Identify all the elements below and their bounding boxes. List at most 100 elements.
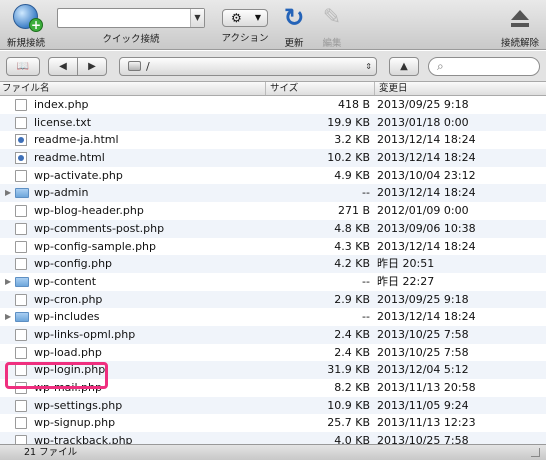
file-row[interactable]: wp-activate.php 4.9 KB 2013/10/04 23:12 <box>0 167 546 185</box>
file-name: wp-mail.php <box>34 381 102 394</box>
file-row[interactable]: wp-comments-post.php 4.8 KB 2013/09/06 10:… <box>0 219 546 238</box>
column-modified[interactable]: 変更日 <box>374 82 408 95</box>
file-size: 4.8 KB <box>334 221 370 235</box>
new-connection-button[interactable]: + 新規接続 <box>4 4 48 49</box>
path-popup[interactable]: / ⇕ <box>119 57 377 76</box>
back-arrow-icon: ◀ <box>59 61 67 72</box>
file-size: 2.9 KB <box>334 292 370 306</box>
updown-chevron-icon: ⇕ <box>365 62 372 71</box>
file-name: index.php <box>34 98 89 111</box>
magnifier-icon: ⌕ <box>437 59 444 73</box>
file-size: 3.2 KB <box>334 133 370 147</box>
disclosure-triangle-icon[interactable]: ▶ <box>5 308 11 326</box>
chevron-down-icon[interactable]: ▼ <box>190 9 204 27</box>
file-name: wp-cron.php <box>34 292 103 306</box>
file-row[interactable]: wp-mail.php 8.2 KB 2013/11/13 20:58 <box>0 379 546 397</box>
file-size: -- <box>362 310 370 324</box>
document-icon <box>15 258 27 271</box>
file-date: 2013/01/18 0:00 <box>377 115 469 129</box>
file-size: -- <box>362 186 370 200</box>
file-name: readme-ja.html <box>34 133 119 147</box>
file-row[interactable]: wp-signup.php 25.7 KB 2013/11/13 12:23 <box>0 414 546 432</box>
action-menu-button[interactable]: ⚙ ▼ アクション <box>221 4 269 44</box>
file-row[interactable]: ▶ wp-includes -- 2013/12/14 18:24 <box>0 308 546 326</box>
file-row[interactable]: wp-blog-header.php 271 B 2012/01/09 0:00 <box>0 202 546 220</box>
file-date: 2013/11/05 9:24 <box>377 398 469 412</box>
file-date: 2013/10/25 7:58 <box>377 434 469 444</box>
file-row[interactable]: wp-cron.php 2.9 KB 2013/09/25 9:18 <box>0 290 546 309</box>
document-icon <box>15 435 27 444</box>
file-size: 418 B <box>337 98 370 111</box>
file-size: 25.7 KB <box>327 416 370 430</box>
file-row[interactable]: wp-settings.php 10.9 KB 2013/11/05 9:24 <box>0 396 546 415</box>
file-row[interactable]: ▶ wp-admin -- 2013/12/14 18:24 <box>0 184 546 203</box>
file-row[interactable]: wp-links-opml.php 2.4 KB 2013/10/25 7:58 <box>0 325 546 344</box>
file-size: 31.9 KB <box>327 363 370 377</box>
parent-folder-button[interactable]: ▲ <box>389 57 419 76</box>
file-date: 2013/09/06 10:38 <box>377 221 476 235</box>
refresh-button[interactable]: ↻ 更新 <box>280 4 308 50</box>
file-size: 10.9 KB <box>327 398 370 412</box>
file-name: wp-settings.php <box>34 398 123 412</box>
column-size[interactable]: サイズ <box>265 82 298 95</box>
search-field[interactable]: ⌕ <box>428 57 540 76</box>
file-row[interactable]: wp-config-sample.php 4.3 KB 2013/12/14 18:… <box>0 238 546 256</box>
edit-label: 編集 <box>322 38 342 49</box>
document-icon <box>15 116 27 129</box>
file-date: 2013/12/14 18:24 <box>377 310 476 324</box>
file-name: wp-links-opml.php <box>34 327 136 341</box>
file-size: 271 B <box>337 204 370 218</box>
file-row[interactable]: wp-trackback.php 4.0 KB 2013/10/25 7:58 <box>0 432 546 444</box>
resize-grip-icon[interactable] <box>531 448 540 457</box>
file-list: index.php 418 B 2013/09/25 9:18 license.txt… <box>0 96 546 444</box>
file-date: 昨日 22:27 <box>377 274 435 288</box>
file-date: 2012/01/09 0:00 <box>377 204 469 218</box>
edit-button[interactable]: ✎ 編集 <box>318 4 346 49</box>
file-name: wp-trackback.php <box>34 434 133 444</box>
file-row[interactable]: license.txt 19.9 KB 2013/01/18 0:00 <box>0 113 546 132</box>
toolbar: + 新規接続 ▼ クイック接続 ⚙ ▼ アクション ↻ 更新 ✎ 編集 接続解除 <box>0 0 546 50</box>
file-row[interactable]: index.php 418 B 2013/09/25 9:18 <box>0 96 546 114</box>
action-popup[interactable]: ⚙ ▼ <box>222 9 268 27</box>
file-name: wp-comments-post.php <box>34 221 165 235</box>
document-icon <box>15 169 27 182</box>
back-button[interactable]: ◀ <box>48 57 78 76</box>
forward-button[interactable]: ▶ <box>77 57 107 76</box>
file-date: 2013/11/13 20:58 <box>377 381 476 394</box>
file-date: 昨日 20:51 <box>377 257 435 271</box>
disconnect-label: 接続解除 <box>500 38 539 49</box>
file-size: 8.2 KB <box>334 381 370 394</box>
disclosure-triangle-icon[interactable]: ▶ <box>5 273 11 291</box>
quick-connect-combobox[interactable]: ▼ <box>57 8 205 28</box>
file-row[interactable]: wp-load.php 2.4 KB 2013/10/25 7:58 <box>0 344 546 362</box>
document-icon <box>15 99 27 111</box>
file-row[interactable]: wp-config.php 4.2 KB 昨日 20:51 <box>0 255 546 273</box>
document-icon <box>15 346 27 359</box>
file-row[interactable]: wp-login.php 31.9 KB 2013/12/04 5:12 <box>0 361 546 379</box>
refresh-label: 更新 <box>284 38 304 49</box>
file-row[interactable]: readme-ja.html 3.2 KB 2013/12/14 18:24 <box>0 131 546 149</box>
column-filename[interactable]: ファイル名 <box>2 82 50 95</box>
file-name: wp-admin <box>34 186 89 200</box>
file-row[interactable]: readme.html 10.2 KB 2013/12/14 18:24 <box>0 149 546 167</box>
disclosure-triangle-icon[interactable]: ▶ <box>5 184 11 202</box>
file-size: 4.9 KB <box>334 168 370 182</box>
file-name: wp-config-sample.php <box>34 239 157 253</box>
file-size: 10.2 KB <box>327 151 370 165</box>
file-date: 2013/12/04 5:12 <box>377 363 469 377</box>
quick-connect-label: クイック接続 <box>102 34 160 45</box>
file-date: 2013/09/25 9:18 <box>377 292 469 306</box>
file-name: wp-activate.php <box>34 168 123 182</box>
file-row[interactable]: ▶ wp-content -- 昨日 22:27 <box>0 273 546 291</box>
book-icon: 📖 <box>16 61 30 72</box>
disconnect-button[interactable]: 接続解除 <box>496 4 544 49</box>
file-name: readme.html <box>34 151 105 165</box>
status-bar: 21 ファイル <box>0 444 546 460</box>
file-date: 2013/10/04 23:12 <box>377 168 476 182</box>
document-icon <box>15 328 27 341</box>
quick-connect[interactable]: ▼ クイック接続 <box>57 4 205 45</box>
bookmarks-button[interactable]: 📖 <box>6 57 40 76</box>
eject-icon <box>507 4 533 32</box>
file-date: 2013/10/25 7:58 <box>377 327 469 341</box>
globe-plus-icon: + <box>11 4 43 32</box>
